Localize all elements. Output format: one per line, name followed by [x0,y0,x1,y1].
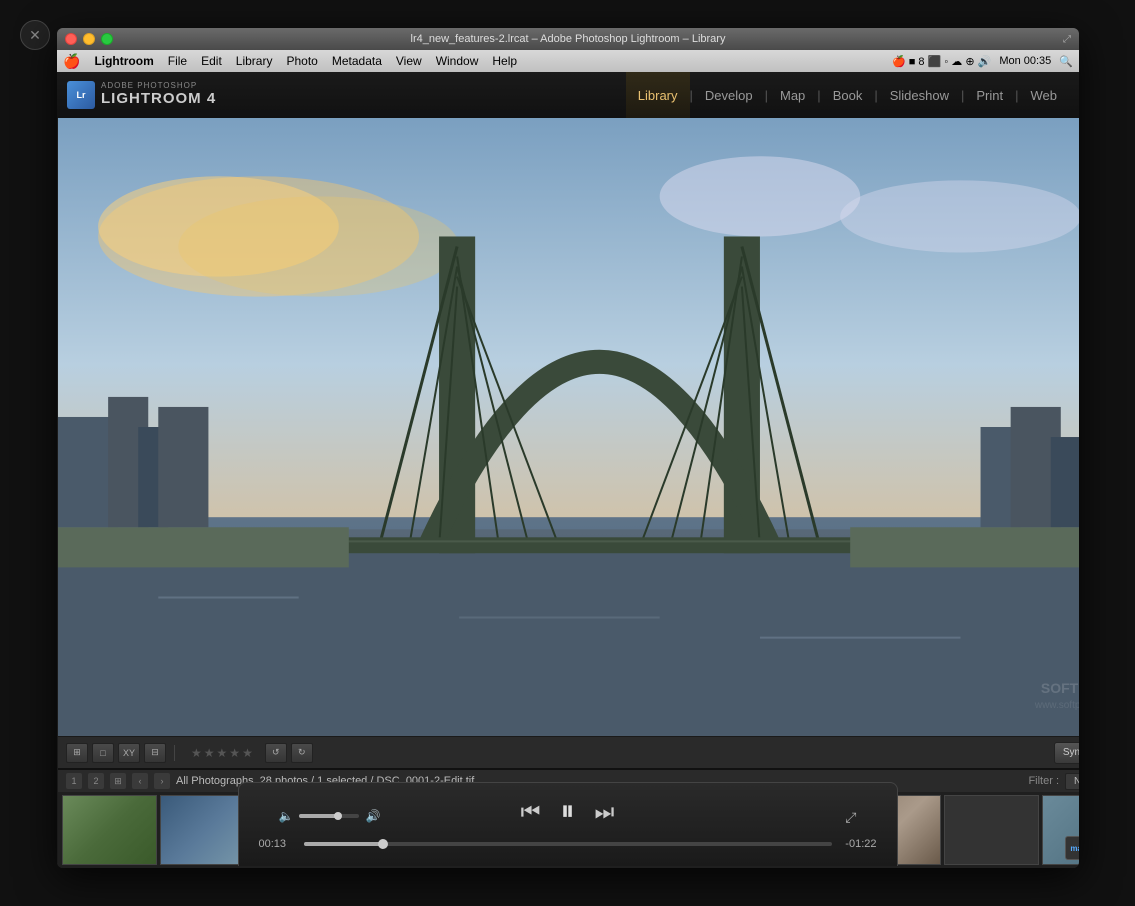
search-icon[interactable]: 🔍 [1059,55,1073,68]
center-area: SOFTPEDIA www.softpedia.com ⊞ □ XY ⊟ ★ ★… [58,118,1079,868]
overlay-close-button[interactable]: ✕ [20,20,50,50]
star-rating: ★ ★ ★ ★ ★ [191,746,253,760]
window-title: lr4_new_features-2.lrcat – Adobe Photosh… [411,33,726,45]
volume-bar[interactable] [299,814,359,818]
menu-window[interactable]: Window [436,54,479,68]
main-photo [58,118,1079,736]
filter-dropdown[interactable]: No Filter Flagged Rated Colored [1065,773,1079,790]
filmstrip-prev-btn[interactable]: ‹ [132,773,148,789]
thumbnail-11[interactable]: macProVideo.com [1042,795,1079,865]
menu-file[interactable]: File [168,54,187,68]
filmstrip-next-btn[interactable]: › [154,773,170,789]
video-progress-thumb[interactable] [378,839,388,849]
macpro-badge: macProVideo.com [1065,836,1079,860]
volume-max-icon[interactable]: 🔊 [365,809,380,823]
toolbar-separator [174,745,175,761]
menu-view[interactable]: View [396,54,422,68]
mac-window: lr4_new_features-2.lrcat – Adobe Photosh… [57,28,1079,868]
video-progress-bar[interactable] [304,842,832,846]
lr-badge: Lr [67,81,95,109]
photo-toolbar: ⊞ □ XY ⊟ ★ ★ ★ ★ ★ ↺ ↻ Sync Settin [58,736,1079,768]
clock: Mon 00:35 [999,55,1051,67]
module-map[interactable]: Map [768,72,817,118]
compare-view-button[interactable]: XY [118,743,140,763]
lr-logo: Lr ADOBE PHOTOSHOP LIGHTROOM 4 [67,81,216,109]
menu-photo[interactable]: Photo [286,54,317,68]
minimize-window-button[interactable] [83,33,95,45]
star-3[interactable]: ★ [217,746,228,760]
photo-view[interactable]: SOFTPEDIA www.softpedia.com [58,118,1079,736]
skip-forward-button[interactable]: ⏭ [595,799,615,825]
module-nav: Library | Develop | Map | Book | Slidesh… [626,72,1069,118]
menu-library[interactable]: Library [236,54,273,68]
filmstrip-page-1[interactable]: 1 [66,773,82,789]
menu-bar: 🍎 Lightroom File Edit Library Photo Meta… [57,50,1079,72]
module-print[interactable]: Print [964,72,1015,118]
rotate-left-button[interactable]: ↺ [265,743,287,763]
volume-fill [299,814,338,818]
module-slideshow[interactable]: Slideshow [878,72,961,118]
filter-label: Filter : [1028,775,1059,787]
survey-view-button[interactable]: ⊟ [144,743,166,763]
menu-lightroom[interactable]: Lightroom [94,54,153,68]
toolbar-right: Sync Settings [1054,742,1079,764]
module-develop[interactable]: Develop [693,72,765,118]
app-header: Lr ADOBE PHOTOSHOP LIGHTROOM 4 Library |… [57,72,1079,118]
sync-settings-button[interactable]: Sync Settings [1054,742,1079,764]
apple-menu[interactable]: 🍎 [63,53,80,70]
menu-right-status: 🍎 ■ 8 ⬛ ◦ ☁ ⊕ 🔊 Mon 00:35 🔍 [892,55,1073,68]
menu-help[interactable]: Help [492,54,517,68]
menu-edit[interactable]: Edit [201,54,222,68]
thumbnail-10[interactable] [944,795,1039,865]
volume-icon[interactable]: 🔈 [279,809,294,823]
star-1[interactable]: ★ [191,746,202,760]
app-area: Lr ADOBE PHOTOSHOP LIGHTROOM 4 Library |… [57,72,1079,868]
fullscreen-button[interactable]: ⤢ [845,809,856,826]
title-bar: lr4_new_features-2.lrcat – Adobe Photosh… [57,28,1079,50]
filmstrip-grid-icon[interactable]: ⊞ [110,773,126,789]
maximize-window-button[interactable] [101,33,113,45]
main-content: ▼ Navigator FIT FILL 1:1 2:1 [57,118,1079,868]
rotate-right-button[interactable]: ↻ [291,743,313,763]
video-time-remaining: -01:22 [842,838,877,850]
lr-name: LIGHTROOM 4 [101,91,216,108]
video-player: 🔈 🔊 ⏮ ⏸ ⏭ ⤢ 00:13 -01:22 [238,782,898,866]
lr-brand-text: ADOBE PHOTOSHOP LIGHTROOM 4 [101,82,216,107]
video-progress: 00:13 -01:22 [259,838,877,850]
module-library[interactable]: Library [626,72,690,118]
module-book[interactable]: Book [821,72,875,118]
grid-view-button[interactable]: ⊞ [66,743,88,763]
traffic-lights [65,33,113,45]
video-time-current: 00:13 [259,838,294,850]
status-icons: 🍎 ■ 8 ⬛ ◦ ☁ ⊕ 🔊 [892,55,991,68]
close-window-button[interactable] [65,33,77,45]
menu-metadata[interactable]: Metadata [332,54,382,68]
loupe-view-button[interactable]: □ [92,743,114,763]
volume-thumb[interactable] [334,812,342,820]
star-4[interactable]: ★ [229,746,240,760]
play-pause-button[interactable]: ⏸ [560,795,574,828]
thumbnail-1[interactable] [62,795,157,865]
module-web[interactable]: Web [1019,72,1070,118]
volume-controls: 🔈 🔊 [279,809,381,823]
star-2[interactable]: ★ [204,746,215,760]
skip-back-button[interactable]: ⏮ [521,799,541,825]
filmstrip-filter: Filter : No Filter Flagged Rated Colored [1028,773,1079,790]
resize-icon[interactable]: ⤢ [1063,34,1071,45]
star-5[interactable]: ★ [242,746,253,760]
filmstrip-page-2[interactable]: 2 [88,773,104,789]
video-progress-fill [304,842,383,846]
